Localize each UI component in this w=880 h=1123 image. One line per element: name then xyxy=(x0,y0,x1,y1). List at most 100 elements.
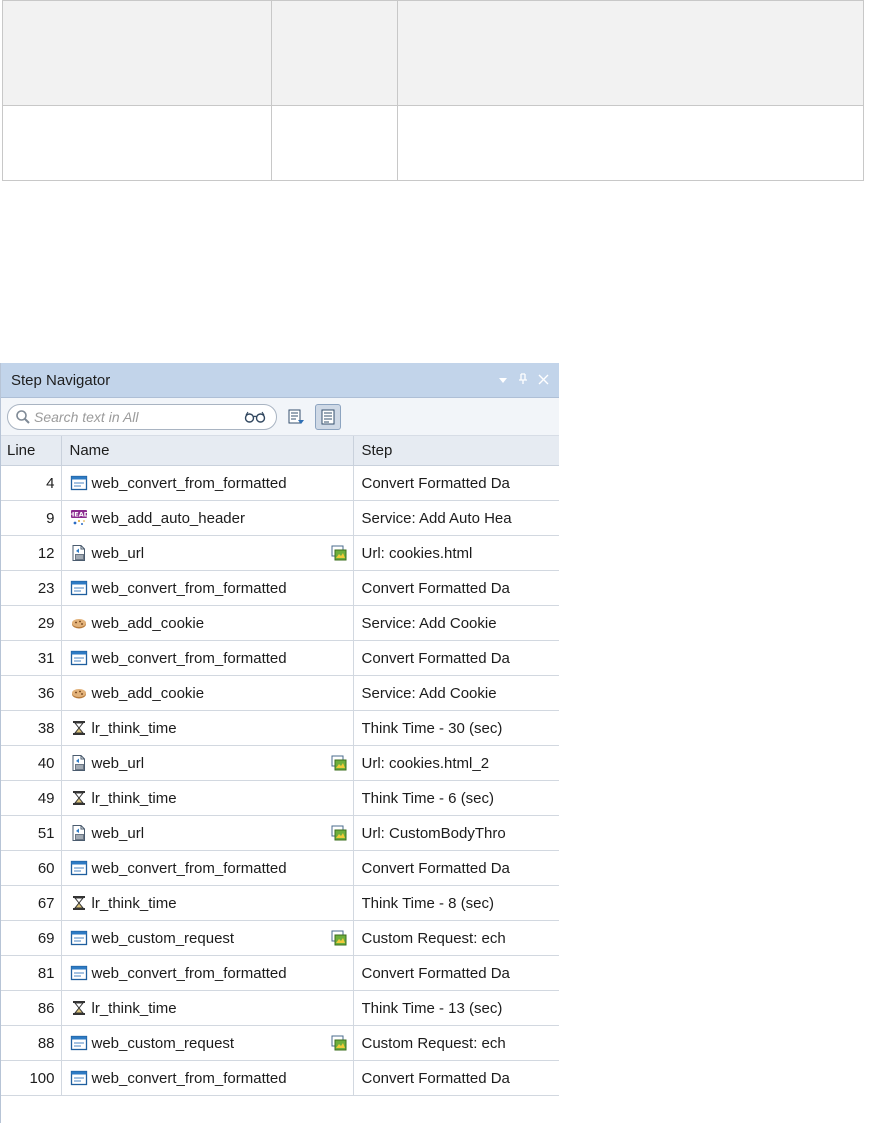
step-row[interactable]: 100 web_convert_from_formatted Convert For… xyxy=(1,1060,559,1096)
snapshot-icon[interactable] xyxy=(331,825,347,841)
step-description-cell: Service: Add Cookie xyxy=(353,605,559,641)
snapshot-icon[interactable] xyxy=(331,1035,347,1051)
step-name: web_convert_from_formatted xyxy=(91,964,287,982)
step-name-cell[interactable]: web_custom_request xyxy=(61,920,354,956)
web-window-icon xyxy=(70,859,88,877)
step-row[interactable]: 12 web_url Url: cookies.html xyxy=(1,535,559,571)
step-name: web_custom_request xyxy=(91,929,235,947)
step-line-number: 51 xyxy=(1,815,62,851)
step-name: lr_think_time xyxy=(91,789,177,807)
url-icon xyxy=(70,544,88,562)
web-window-icon xyxy=(70,474,88,492)
step-description-cell: Think Time - 8 (sec) xyxy=(353,885,559,921)
step-name: web_custom_request xyxy=(91,1034,235,1052)
doc-table xyxy=(2,0,864,181)
step-name: lr_think_time xyxy=(91,719,177,737)
panel-titlebar[interactable]: Step Navigator xyxy=(1,363,559,398)
step-description: Convert Formatted Da xyxy=(361,1069,510,1087)
step-description: Think Time - 8 (sec) xyxy=(361,894,495,912)
step-name-cell[interactable]: lr_think_time xyxy=(61,710,354,746)
step-row[interactable]: 29 web_add_cookie Service: Add Cookie xyxy=(1,605,559,641)
step-line-number: 4 xyxy=(1,465,62,501)
step-name-cell[interactable]: web_convert_from_formatted xyxy=(61,640,354,676)
step-row[interactable]: 4 web_convert_from_formatted Convert Forma… xyxy=(1,465,559,501)
dropdown-arrow-icon[interactable] xyxy=(498,373,508,388)
panel-title: Step Navigator xyxy=(11,371,111,389)
step-line-number: 12 xyxy=(1,535,62,571)
column-header-line[interactable]: Line xyxy=(1,436,62,466)
step-description: Convert Formatted Da xyxy=(361,859,510,877)
step-name-cell[interactable]: lr_think_time xyxy=(61,885,354,921)
filter-list-icon xyxy=(288,409,304,424)
step-name-cell[interactable]: lr_think_time xyxy=(61,990,354,1026)
step-row[interactable]: 40 web_url Url: cookies.html_2 xyxy=(1,745,559,781)
step-line-number: 69 xyxy=(1,920,62,956)
step-row[interactable]: 51 web_url Url: CustomBodyThro xyxy=(1,815,559,851)
search-input[interactable] xyxy=(8,408,228,425)
cookie-icon xyxy=(70,684,88,702)
step-row[interactable]: 69 web_custom_request Custom Request: ech xyxy=(1,920,559,956)
close-icon[interactable] xyxy=(538,373,549,388)
step-row[interactable]: 81 web_convert_from_formatted Convert Form… xyxy=(1,955,559,991)
step-name-cell[interactable]: web_add_cookie xyxy=(61,675,354,711)
step-name: web_add_cookie xyxy=(91,684,205,702)
show-all-steps-button[interactable] xyxy=(315,403,341,430)
step-name: web_convert_from_formatted xyxy=(91,579,287,597)
step-description: Service: Add Auto Hea xyxy=(361,509,512,527)
step-name: lr_think_time xyxy=(91,894,177,912)
step-name-cell[interactable]: web_custom_request xyxy=(61,1025,354,1061)
step-description-cell: Custom Request: ech xyxy=(353,1025,559,1061)
step-name: web_add_cookie xyxy=(91,614,205,632)
step-row[interactable]: 88 web_custom_request Custom Request: ech xyxy=(1,1025,559,1061)
step-name: web_convert_from_formatted xyxy=(91,859,287,877)
step-name-cell[interactable]: web_url xyxy=(61,815,354,851)
web-window-icon xyxy=(70,649,88,667)
panel-toolbar xyxy=(1,398,559,436)
snapshot-icon[interactable] xyxy=(331,930,347,946)
step-line-number: 31 xyxy=(1,640,62,676)
step-row[interactable]: 60 web_convert_from_formatted Convert Form… xyxy=(1,850,559,886)
step-row[interactable]: 86 lr_think_time Think Time - 13 (sec) xyxy=(1,990,559,1026)
step-line-number: 49 xyxy=(1,780,62,816)
step-line-number: 100 xyxy=(1,1060,62,1096)
snapshot-icon[interactable] xyxy=(331,545,347,561)
step-name-cell[interactable]: web_add_cookie xyxy=(61,605,354,641)
step-row[interactable]: 36 web_add_cookie Service: Add Cookie xyxy=(1,675,559,711)
step-description: Custom Request: ech xyxy=(361,1034,506,1052)
glasses-icon[interactable] xyxy=(244,411,266,423)
hourglass-icon xyxy=(70,789,88,807)
step-row[interactable]: 31 web_convert_from_formatted Convert Form… xyxy=(1,640,559,676)
step-name-cell[interactable]: web_convert_from_formatted xyxy=(61,850,354,886)
step-name-cell[interactable]: lr_think_time xyxy=(61,780,354,816)
step-row[interactable]: 38 lr_think_time Think Time - 30 (sec) xyxy=(1,710,559,746)
step-row[interactable]: 67 lr_think_time Think Time - 8 (sec) xyxy=(1,885,559,921)
column-header-name[interactable]: Name xyxy=(61,436,354,466)
step-row[interactable]: 23 web_convert_from_formatted Convert Form… xyxy=(1,570,559,606)
step-name-cell[interactable]: web_url xyxy=(61,535,354,571)
step-name-cell[interactable]: web_convert_from_formatted xyxy=(61,570,354,606)
step-description-cell: Think Time - 13 (sec) xyxy=(353,990,559,1026)
step-row[interactable]: 49 lr_think_time Think Time - 6 (sec) xyxy=(1,780,559,816)
step-line-number: 86 xyxy=(1,990,62,1026)
step-line-number: 81 xyxy=(1,955,62,991)
column-header-step[interactable]: Step xyxy=(353,436,559,466)
doc-table-cell xyxy=(2,105,272,181)
step-name-cell[interactable]: HEADweb_add_auto_header xyxy=(61,500,354,536)
doc-table-header-cell xyxy=(271,0,398,106)
step-line-number: 29 xyxy=(1,605,62,641)
step-name: web_url xyxy=(91,544,145,562)
pin-icon[interactable] xyxy=(518,372,528,388)
step-line-number: 60 xyxy=(1,850,62,886)
step-description-cell: Url: CustomBodyThro xyxy=(353,815,559,851)
step-name-cell[interactable]: web_convert_from_formatted xyxy=(61,1060,354,1096)
step-name: web_url xyxy=(91,754,145,772)
step-row[interactable]: 9HEADweb_add_auto_headerService: Add Aut… xyxy=(1,500,559,536)
doc-table-cell xyxy=(397,105,864,181)
step-name-cell[interactable]: web_url xyxy=(61,745,354,781)
step-name-cell[interactable]: web_convert_from_formatted xyxy=(61,955,354,991)
web-window-icon xyxy=(70,1069,88,1087)
list-view-icon xyxy=(321,409,335,424)
snapshot-icon[interactable] xyxy=(331,755,347,771)
filter-steps-button[interactable] xyxy=(283,404,309,430)
step-name-cell[interactable]: web_convert_from_formatted xyxy=(61,465,354,501)
